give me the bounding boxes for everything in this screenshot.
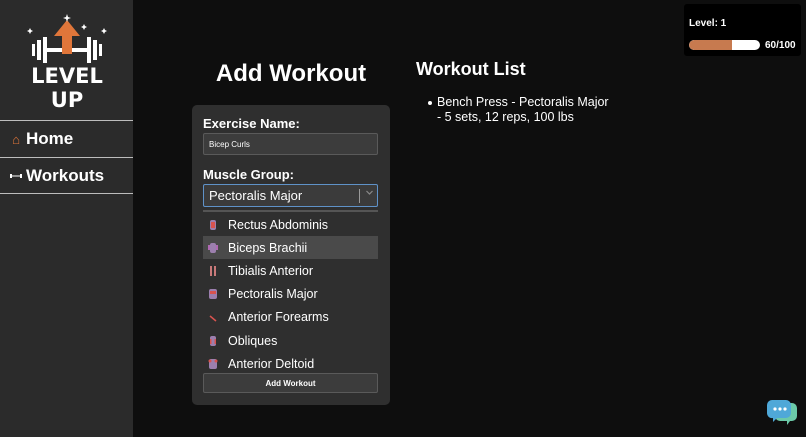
- workout-item-details: - 5 sets, 12 reps, 100 lbs: [437, 110, 574, 124]
- dropdown-option-obliques[interactable]: Obliques: [203, 329, 378, 352]
- muscle-group-select[interactable]: Pectoralis Major: [203, 184, 378, 207]
- logo-text: LEVEL UP: [31, 64, 103, 112]
- dumbbell-icon: [9, 172, 23, 180]
- dropdown-option-anterior-deltoid[interactable]: Anterior Deltoid: [203, 352, 378, 369]
- muscle-group-label: Muscle Group:: [203, 167, 295, 182]
- muscle-group-dropdown[interactable]: Rectus Abdominis Biceps Brachii Tibialis…: [203, 213, 378, 369]
- dropdown-option-rectus-abdominis[interactable]: Rectus Abdominis: [203, 213, 378, 236]
- dumbbell-arrow-logo-icon: [27, 14, 107, 63]
- chat-button[interactable]: [766, 397, 798, 429]
- select-separator: [359, 189, 360, 203]
- sidebar: LEVEL UP ⌂ Home Workouts: [0, 0, 133, 437]
- xp-progress-fill: [689, 40, 732, 50]
- dropdown-option-pectoralis-major[interactable]: Pectoralis Major: [203, 283, 378, 306]
- muscle-group-selected-value: Pectoralis Major: [209, 188, 303, 203]
- sidebar-item-home[interactable]: ⌂ Home: [0, 120, 133, 157]
- add-workout-form: Exercise Name: Muscle Group: Pectoralis …: [192, 105, 390, 405]
- workout-item-name: Bench Press - Pectoralis Major: [437, 95, 609, 109]
- home-icon: ⌂: [12, 131, 20, 147]
- dropdown-option-anterior-forearms[interactable]: Anterior Forearms: [203, 306, 378, 329]
- torso-icon: [207, 335, 219, 347]
- workout-list: Bench Press - Pectoralis Major - 5 sets,…: [426, 95, 666, 125]
- shoulder-icon: [207, 358, 219, 369]
- legs-icon: [207, 265, 219, 277]
- dropdown-option-biceps-brachii[interactable]: Biceps Brachii: [203, 236, 378, 260]
- add-workout-button[interactable]: Add Workout: [203, 373, 378, 393]
- level-up-logo[interactable]: LEVEL UP: [22, 14, 112, 112]
- chat-bubble-icon: [766, 400, 797, 425]
- arms-icon: [207, 242, 219, 254]
- abdomen-icon: [207, 219, 219, 231]
- chest-icon: [207, 288, 219, 300]
- exercise-name-label: Exercise Name:: [203, 116, 300, 131]
- level-indicator: Level: 1 60/100: [684, 4, 801, 56]
- add-workout-title: Add Workout: [215, 60, 367, 87]
- workout-list-title: Workout List: [416, 59, 526, 79]
- xp-progress-bar: [689, 40, 760, 50]
- level-label: Level: 1: [689, 18, 727, 29]
- chevron-down-icon[interactable]: [365, 188, 374, 199]
- sidebar-nav: ⌂ Home Workouts: [0, 120, 133, 194]
- list-item: Bench Press - Pectoralis Major - 5 sets,…: [426, 95, 666, 125]
- dropdown-option-tibialis-anterior[interactable]: Tibialis Anterior: [203, 259, 378, 282]
- dropdown-divider: [203, 210, 378, 212]
- forearm-icon: [207, 311, 219, 323]
- sidebar-item-label: Workouts: [26, 165, 105, 185]
- exercise-name-input[interactable]: [203, 133, 378, 155]
- sidebar-item-workouts[interactable]: Workouts: [0, 157, 133, 194]
- xp-progress-text: 60/100: [765, 40, 796, 51]
- sidebar-item-label: Home: [26, 129, 74, 148]
